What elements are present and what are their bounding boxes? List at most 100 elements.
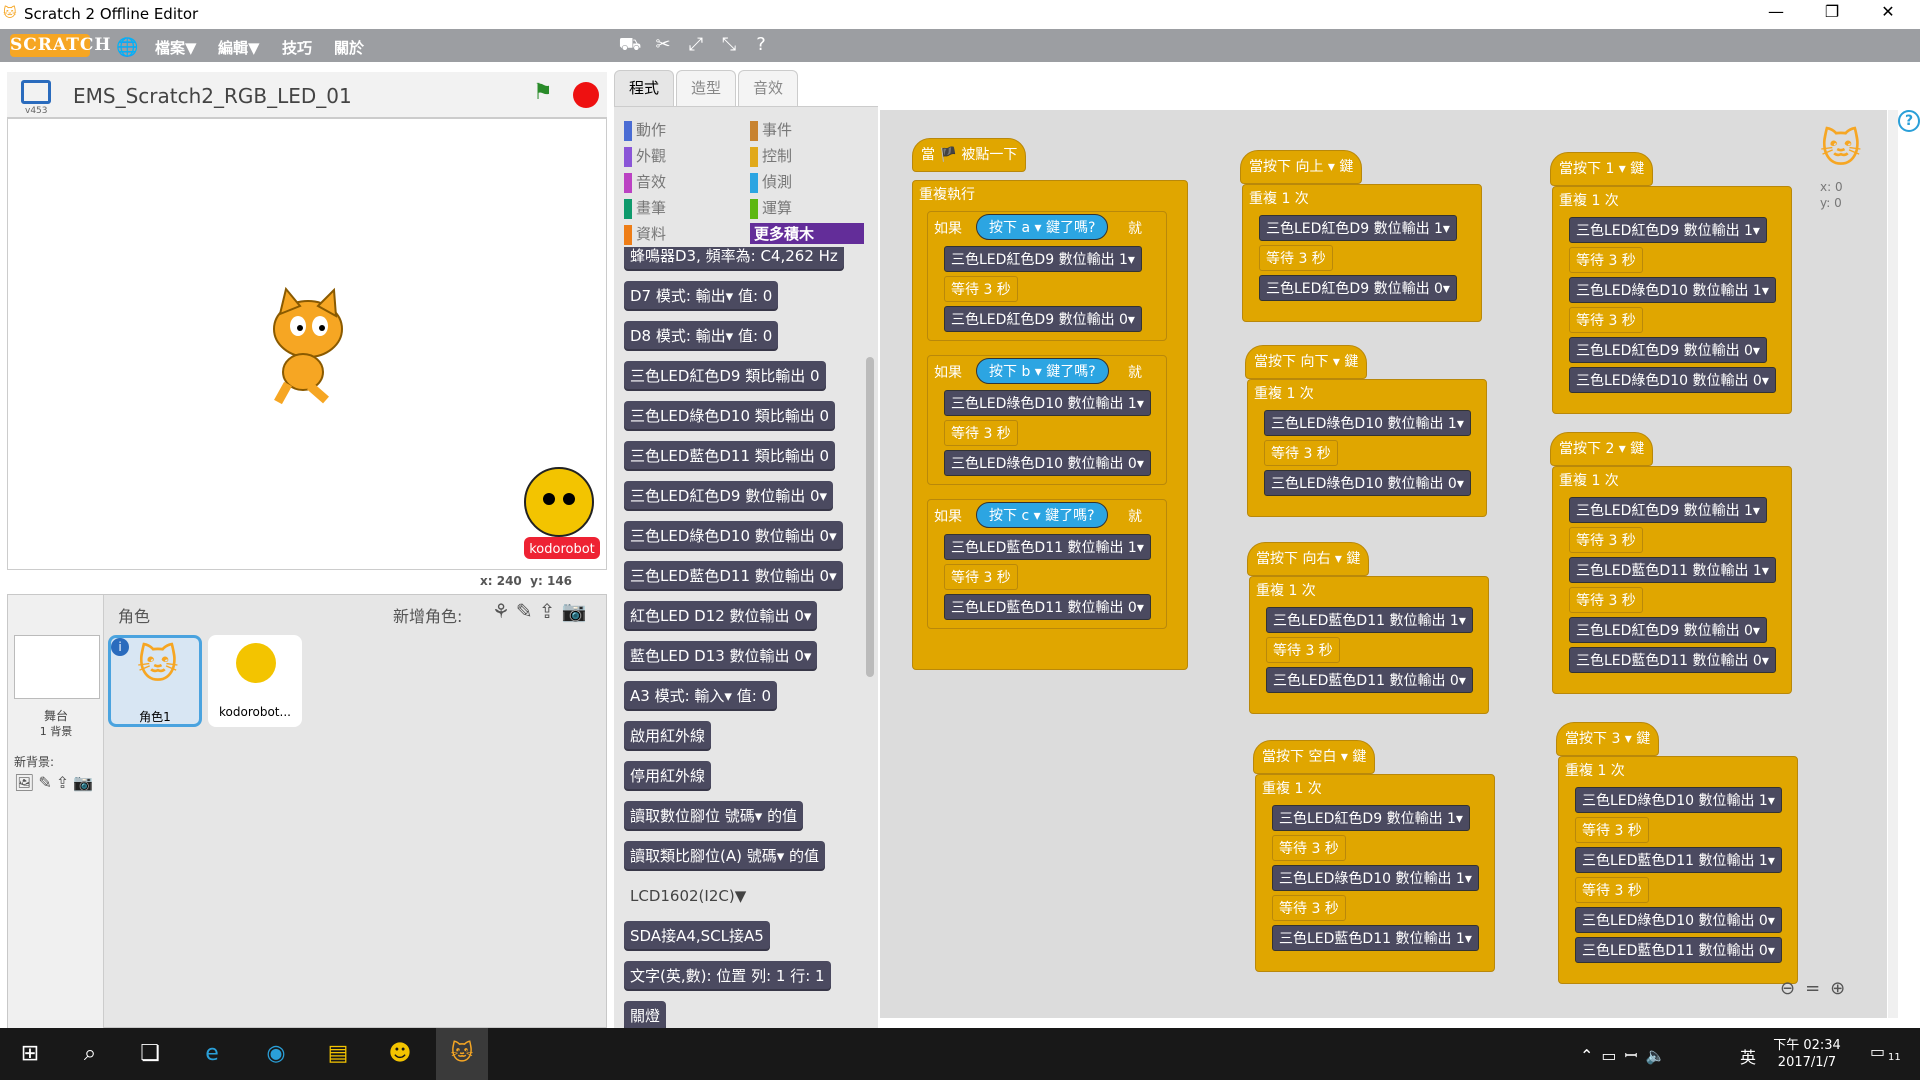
wait-block[interactable]: 等待 3 秒 <box>1259 245 1333 271</box>
when-key-hat[interactable]: 當按下 向右 ▾ 鍵 <box>1247 542 1370 576</box>
led-output-block[interactable]: 三色LED紅色D9 數位輸出 1▾ <box>1569 497 1767 523</box>
palette-block[interactable]: A3 模式: 輸入▾ 值: 0 <box>624 681 778 711</box>
menu-tips[interactable]: 技巧 <box>282 37 312 58</box>
repeat-block[interactable]: 重複 1 次三色LED紅色D9 數位輸出 1▾ 等待 3 秒三色LED紅色D9 數… <box>1242 184 1482 322</box>
stage-canvas[interactable]: kodorobot <box>7 118 607 570</box>
menu-file[interactable]: 檔案▼ <box>155 37 197 58</box>
repeat-block[interactable]: 重複 1 次三色LED紅色D9 數位輸出 1▾ 等待 3 秒三色LED綠色D10 … <box>1255 774 1495 972</box>
led-output-block[interactable]: 三色LED綠色D10 數位輸出 1▾ <box>1264 410 1471 436</box>
fullscreen-icon[interactable] <box>21 80 51 104</box>
wait-block[interactable]: 等待 3 秒 <box>944 276 1018 302</box>
forever-block[interactable]: 重複執行 如果 按下 a ▾ 鍵了嗎? 就三色LED紅色D9 數位輸出 1▾ 等待 3 … <box>912 180 1188 670</box>
maximize-button[interactable]: ❐ <box>1812 2 1852 21</box>
repeat-block[interactable]: 重複 1 次三色LED綠色D10 數位輸出 1▾ 等待 3 秒三色LED綠色D10… <box>1247 379 1487 517</box>
palette-block[interactable]: 三色LED藍色D11 類比輸出 0 <box>624 441 836 471</box>
edge-icon[interactable]: e <box>186 1028 238 1080</box>
new-sprite-tools[interactable]: ⚘✎⇪📷 <box>492 599 592 623</box>
led-output-block[interactable]: 三色LED紅色D9 數位輸出 0▾ <box>1569 617 1767 643</box>
led-output-block[interactable]: 三色LED綠色D10 數位輸出 1▾ <box>1575 787 1782 813</box>
tab-costumes[interactable]: 造型 <box>676 70 736 106</box>
scratch-logo[interactable]: SCRATCH <box>10 34 110 57</box>
repeat-block[interactable]: 重複 1 次三色LED紅色D9 數位輸出 1▾ 等待 3 秒三色LED綠色D10 … <box>1552 186 1792 414</box>
action-center-icon[interactable]: ▭ <box>1870 1042 1885 1061</box>
stop-icon[interactable] <box>573 82 599 108</box>
wait-block[interactable]: 等待 3 秒 <box>1266 637 1340 663</box>
palette-block[interactable]: 蜂鳴器D3, 頻率為: C4,262 Hz <box>624 247 844 271</box>
palette-block[interactable]: 停用紅外線 <box>624 761 712 791</box>
category-2[interactable]: 外觀 <box>624 145 666 167</box>
sprite-tile-cat[interactable]: i 🐱 角色1 <box>108 635 202 727</box>
close-button[interactable]: ✕ <box>1868 2 1908 21</box>
repeat-block[interactable]: 重複 1 次三色LED紅色D9 數位輸出 1▾ 等待 3 秒三色LED藍色D11 … <box>1552 466 1792 694</box>
led-output-block[interactable]: 三色LED藍色D11 數位輸出 0▾ <box>1569 647 1776 673</box>
wait-block[interactable]: 等待 3 秒 <box>944 564 1018 590</box>
minimize-button[interactable]: — <box>1756 2 1796 21</box>
category-5[interactable]: 偵測 <box>750 171 792 193</box>
app-icon[interactable]: ◉ <box>250 1028 302 1080</box>
led-output-block[interactable]: 三色LED藍色D11 數位輸出 1▾ <box>944 534 1151 560</box>
new-backdrop-tools[interactable]: 🖼✎⇪📷 <box>14 773 97 792</box>
led-output-block[interactable]: 三色LED藍色D11 數位輸出 1▾ <box>1569 557 1776 583</box>
palette-block[interactable]: 讀取數位腳位 號碼▾ 的值 <box>624 801 804 831</box>
wait-block[interactable]: 等待 3 秒 <box>1272 835 1346 861</box>
led-output-block[interactable]: 三色LED藍色D11 數位輸出 0▾ <box>944 594 1151 620</box>
ime-indicator[interactable]: 英 <box>1740 1044 1756 1068</box>
led-output-block[interactable]: 三色LED紅色D9 數位輸出 1▾ <box>944 246 1142 272</box>
palette-block[interactable]: 三色LED綠色D10 類比輸出 0 <box>624 401 836 431</box>
led-output-block[interactable]: 三色LED紅色D9 數位輸出 1▾ <box>1569 217 1767 243</box>
when-key-hat[interactable]: 當按下 向下 ▾ 鍵 <box>1245 345 1368 379</box>
led-output-block[interactable]: 三色LED紅色D9 數位輸出 1▾ <box>1272 805 1470 831</box>
category-7[interactable]: 運算 <box>750 197 792 219</box>
windows-start-icon[interactable]: ⊞ <box>4 1028 56 1080</box>
clock-time[interactable]: 下午 02:34 <box>1772 1034 1842 1053</box>
when-key-hat[interactable]: 當按下 2 ▾ 鍵 <box>1550 432 1654 466</box>
category-8[interactable]: 資料 <box>624 223 666 245</box>
green-flag-hat[interactable]: 當 🏴 被點一下 <box>912 138 1027 172</box>
palette-block[interactable]: 紅色LED D12 數位輸出 0▾ <box>624 601 818 631</box>
clock-date[interactable]: 2017/1/7 <box>1772 1055 1842 1070</box>
palette-block[interactable]: 三色LED紅色D9 數位輸出 0▾ <box>624 481 834 511</box>
when-key-hat[interactable]: 當按下 向上 ▾ 鍵 <box>1240 150 1363 184</box>
info-icon[interactable]: i <box>111 638 129 656</box>
led-output-block[interactable]: 三色LED藍色D11 數位輸出 1▾ <box>1272 925 1479 951</box>
led-output-block[interactable]: 三色LED綠色D10 數位輸出 1▾ <box>1272 865 1479 891</box>
zoom-controls[interactable]: ⊖=⊕ <box>1780 978 1855 999</box>
if-block[interactable]: 如果 按下 b ▾ 鍵了嗎? 就三色LED綠色D10 數位輸出 1▾ 等待 3 秒三色… <box>927 355 1167 485</box>
category-1[interactable]: 事件 <box>750 119 792 141</box>
led-output-block[interactable]: 三色LED綠色D10 數位輸出 1▾ <box>1569 277 1776 303</box>
sprite-tile-kodorobot[interactable]: kodorobot... <box>208 635 302 727</box>
if-block[interactable]: 如果 按下 c ▾ 鍵了嗎? 就三色LED藍色D11 數位輸出 1▾ 等待 3 秒三色… <box>927 499 1167 629</box>
stage-thumbnail[interactable] <box>14 635 100 699</box>
wait-block[interactable]: 等待 3 秒 <box>1272 895 1346 921</box>
if-block[interactable]: 如果 按下 a ▾ 鍵了嗎? 就三色LED紅色D9 數位輸出 1▾ 等待 3 秒三色L… <box>927 211 1167 341</box>
when-key-hat[interactable]: 當按下 1 ▾ 鍵 <box>1550 152 1654 186</box>
key-pressed-sensor[interactable]: 按下 c ▾ 鍵了嗎? <box>976 502 1108 528</box>
task-view-icon[interactable]: ❏ <box>124 1028 176 1080</box>
led-output-block[interactable]: 三色LED綠色D10 數位輸出 0▾ <box>944 450 1151 476</box>
palette-block[interactable]: D8 模式: 輸出▾ 值: 0 <box>624 321 779 351</box>
repeat-block[interactable]: 重複 1 次三色LED藍色D11 數位輸出 1▾ 等待 3 秒三色LED藍色D11… <box>1249 576 1489 714</box>
led-output-block[interactable]: 三色LED綠色D10 數位輸出 0▾ <box>1569 367 1776 393</box>
duplicate-icon[interactable]: ⛟ <box>618 34 642 58</box>
palette-scrollbar[interactable] <box>866 357 874 677</box>
menu-edit[interactable]: 編輯▼ <box>218 37 260 58</box>
led-output-block[interactable]: 三色LED綠色D10 數位輸出 0▾ <box>1575 907 1782 933</box>
script-scrollbar[interactable] <box>1888 110 1898 1018</box>
palette-block[interactable]: 文字(英,數): 位置 列: 1 行: 1 <box>624 961 831 991</box>
category-9[interactable]: 更多積木 <box>750 223 864 244</box>
led-output-block[interactable]: 三色LED藍色D11 數位輸出 1▾ <box>1575 847 1782 873</box>
wait-block[interactable]: 等待 3 秒 <box>1569 247 1643 273</box>
green-flag-icon[interactable]: ⚑ <box>533 80 553 105</box>
led-output-block[interactable]: 三色LED藍色D11 數位輸出 0▾ <box>1266 667 1473 693</box>
menu-about[interactable]: 關於 <box>334 37 364 58</box>
script-area[interactable]: 當按下 向上 ▾ 鍵重複 1 次三色LED紅色D9 數位輸出 1▾ 等待 3 秒三… <box>880 110 1887 1018</box>
palette-block[interactable]: 讀取類比腳位(A) 號碼▾ 的值 <box>624 841 826 871</box>
globe-icon[interactable]: 🌐 <box>116 37 138 58</box>
when-key-hat[interactable]: 當按下 空白 ▾ 鍵 <box>1253 740 1376 774</box>
wait-block[interactable]: 等待 3 秒 <box>1569 527 1643 553</box>
category-3[interactable]: 控制 <box>750 145 792 167</box>
palette-block[interactable]: LCD1602(I2C)▼ <box>624 881 752 911</box>
wait-block[interactable]: 等待 3 秒 <box>1569 307 1643 333</box>
led-output-block[interactable]: 三色LED藍色D11 數位輸出 1▾ <box>1266 607 1473 633</box>
category-4[interactable]: 音效 <box>624 171 666 193</box>
